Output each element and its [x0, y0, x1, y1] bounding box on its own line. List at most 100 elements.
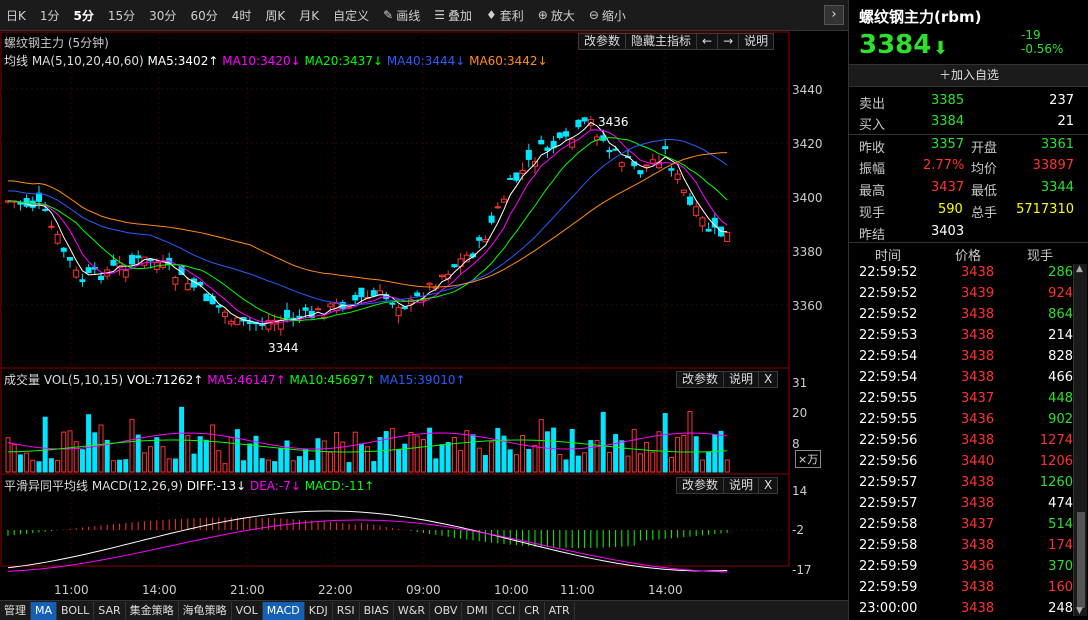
tick-time: 23:00:00: [859, 601, 918, 616]
tab-dmi[interactable]: DMI: [462, 601, 493, 620]
tab-kdj[interactable]: KDJ: [305, 601, 333, 620]
volume-bar: [210, 424, 216, 473]
volume-bar: [309, 460, 315, 473]
tick-volume: 864: [1048, 307, 1073, 322]
candle-body: [426, 282, 433, 286]
tab-obv[interactable]: OBV: [430, 601, 463, 620]
arbitrage-button[interactable]: ♦ 套利: [486, 7, 524, 24]
tab-macd[interactable]: MACD: [262, 601, 305, 620]
tick-price: 3439: [961, 286, 995, 301]
vol-edit-params-button[interactable]: 改参数: [676, 371, 725, 388]
period-custom[interactable]: 自定义: [333, 7, 369, 24]
vol-help-button[interactable]: 说明: [723, 371, 760, 388]
volume-bar: [73, 441, 79, 473]
x-label: 10:00: [494, 583, 529, 597]
period-30min[interactable]: 30分: [149, 7, 176, 24]
macd-legend: 平滑异同平均线 MACD(12,26,9) DIFF:-13↓ DEA:-7↓ …: [4, 477, 374, 494]
candle-body: [525, 149, 532, 160]
period-15min[interactable]: 15分: [108, 7, 135, 24]
macd-title: 平滑异同平均线 MACD(12,26,9): [4, 479, 183, 493]
volume-bar: [241, 460, 247, 473]
volume-bar: [67, 430, 73, 473]
price-tick-1: 3440: [792, 83, 823, 97]
tab-cr[interactable]: CR: [520, 601, 545, 620]
candle-body: [327, 303, 334, 308]
volume-bar: [216, 450, 222, 473]
volume-bar: [656, 431, 662, 473]
volume-bar: [451, 436, 457, 473]
volume-bar: [185, 435, 191, 473]
vol-ma5: MA5:46147↑: [207, 373, 286, 387]
vol-tick-3: 8: [792, 437, 800, 451]
tick-time: 22:59:56: [859, 454, 918, 469]
candle-body: [637, 170, 644, 175]
tab-cci[interactable]: CCI: [493, 601, 521, 620]
help-button[interactable]: 说明: [738, 33, 775, 50]
ma20-value: MA20:3437↓: [304, 54, 383, 68]
candle-body: [135, 255, 142, 259]
volume-bar: [358, 443, 364, 473]
candle-body: [67, 256, 73, 261]
period-week[interactable]: 周K: [265, 7, 285, 24]
period-month[interactable]: 月K: [299, 7, 319, 24]
settle-label: 昨结: [859, 228, 886, 243]
candle-body: [606, 149, 613, 153]
tick-time: 22:59:57: [859, 496, 918, 511]
macd-close-button[interactable]: X: [758, 477, 779, 494]
candle-body: [395, 307, 402, 317]
arrow-left-button[interactable]: ←: [696, 33, 719, 50]
volume-bar: [544, 431, 550, 473]
draw-line-button[interactable]: ✎ 画线: [383, 7, 420, 24]
volume-bar: [377, 437, 383, 473]
vol-unit-label: ×万: [795, 450, 822, 468]
tick-row: 22:59:56 3438 1274: [849, 431, 1075, 452]
edit-params-button[interactable]: 改参数: [578, 33, 627, 50]
candle-body: [122, 270, 129, 278]
scroll-up-icon[interactable]: ▲: [1076, 264, 1083, 274]
vol-close-button[interactable]: X: [758, 371, 779, 388]
arrow-right-button[interactable]: →: [717, 33, 740, 50]
overlay-button[interactable]: ☰ 叠加: [434, 7, 472, 24]
vol-pane-buttons: 改参数 说明 X: [676, 371, 779, 388]
volume-bar: [284, 440, 290, 473]
period-1min[interactable]: 1分: [40, 7, 60, 24]
hide-main-indicator-button[interactable]: 隐藏主指标: [625, 33, 698, 50]
volume-bar: [420, 439, 426, 473]
tick-scrollbar[interactable]: ▲ ▼: [1073, 264, 1087, 616]
tick-time: 22:59:52: [859, 286, 918, 301]
period-day[interactable]: 日K: [6, 7, 26, 24]
tick-time: 22:59:59: [859, 559, 918, 574]
volume-bar: [569, 428, 575, 473]
tab-manage[interactable]: 管理: [0, 601, 31, 620]
tab-rsi[interactable]: RSI: [333, 601, 360, 620]
zoom-out-button[interactable]: ⊖ 缩小: [589, 7, 626, 24]
tab-turtle[interactable]: 海龟策略: [179, 601, 232, 620]
macd-edit-params-button[interactable]: 改参数: [676, 477, 725, 494]
tab-sar[interactable]: SAR: [94, 601, 126, 620]
period-5min[interactable]: 5分: [74, 7, 94, 24]
tab-wr[interactable]: W&R: [394, 601, 430, 620]
period-60min[interactable]: 60分: [190, 7, 217, 24]
volume-bar: [699, 459, 705, 473]
zoom-in-button[interactable]: ⊕ 放大: [538, 7, 575, 24]
amplitude-value: 2.77%: [923, 158, 965, 173]
candle-body: [649, 159, 656, 164]
scroll-down-icon[interactable]: ▼: [1076, 606, 1083, 616]
tab-bias[interactable]: BIAS: [360, 601, 394, 620]
macd-help-button[interactable]: 说明: [723, 477, 760, 494]
tab-atr[interactable]: ATR: [545, 601, 575, 620]
open-label: 开盘: [971, 141, 998, 156]
volume-bar: [259, 458, 265, 473]
current-volume-label: 现手: [859, 206, 886, 221]
chevron-right-icon[interactable]: ›: [824, 5, 844, 25]
tab-jijin[interactable]: 集金策略: [126, 601, 179, 620]
scroll-thumb[interactable]: [1077, 512, 1085, 608]
add-to-watchlist-button[interactable]: ＋加入自选: [849, 64, 1088, 87]
volume-bar: [600, 411, 606, 473]
tab-boll[interactable]: BOLL: [57, 601, 95, 620]
period-4h[interactable]: 4时: [232, 7, 252, 24]
tab-vol[interactable]: VOL: [232, 601, 263, 620]
tick-row: 22:59:55 3437 448: [849, 389, 1075, 410]
tab-ma[interactable]: MA: [31, 601, 58, 620]
tick-volume: 370: [1048, 559, 1073, 574]
